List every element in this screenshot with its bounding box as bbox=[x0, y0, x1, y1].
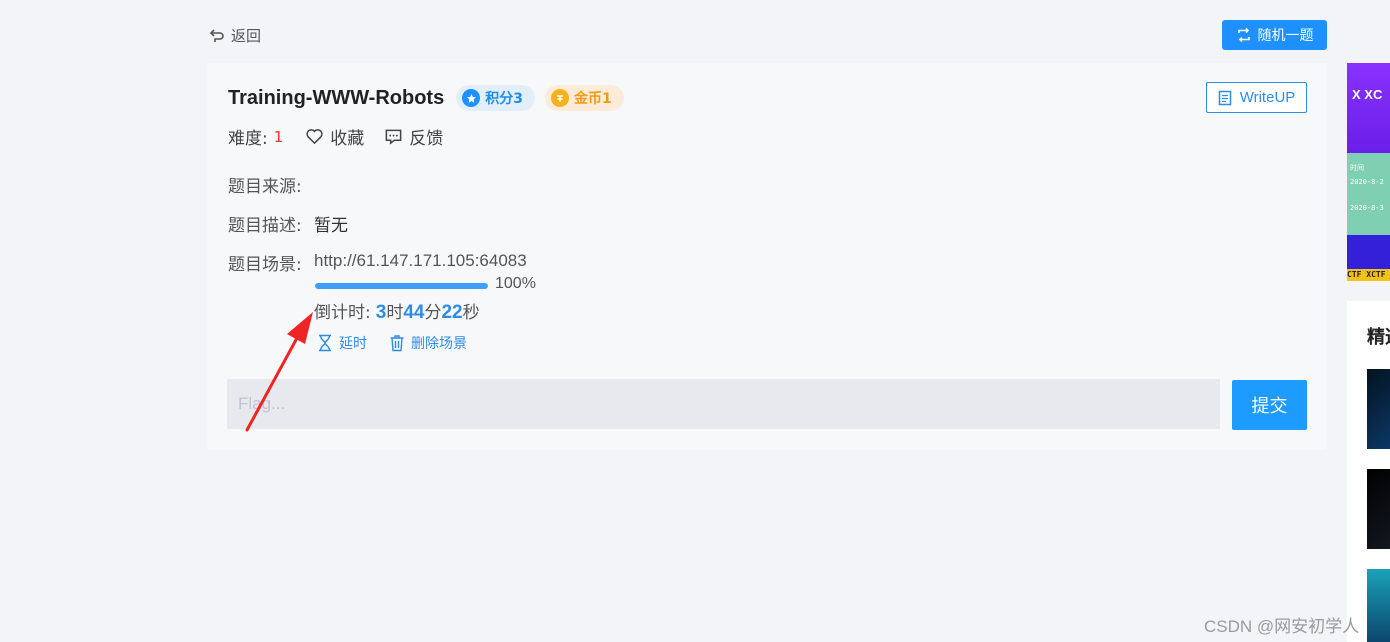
coin-icon bbox=[550, 89, 569, 107]
meta-row: 难度: 1 收藏 反馈 bbox=[228, 124, 463, 150]
banner-logo: X XC bbox=[1352, 87, 1383, 102]
hourglass-icon bbox=[319, 334, 331, 352]
trash-icon bbox=[390, 335, 404, 352]
countdown-minutes: 44 bbox=[403, 302, 425, 323]
description-value: 暂无 bbox=[314, 216, 348, 236]
difficulty-value: 1 bbox=[273, 127, 284, 146]
banner-line-3: 2020-8-3 bbox=[1350, 204, 1384, 212]
score-star-icon bbox=[462, 89, 481, 107]
back-link[interactable]: 返回 bbox=[209, 25, 261, 46]
submit-button[interactable]: 提交 bbox=[1232, 380, 1307, 430]
favorite-label: 收藏 bbox=[330, 129, 365, 149]
countdown-label: 倒计时: bbox=[314, 303, 371, 323]
event-banner[interactable]: X XC 时间 2020-8-2 2020-8-3 CTF XCTF bbox=[1347, 63, 1390, 281]
countdown-hours: 3 bbox=[375, 302, 387, 323]
document-icon bbox=[1218, 90, 1231, 105]
delete-scene-label: 删除场景 bbox=[411, 336, 467, 352]
countdown-hours-unit: 时 bbox=[386, 303, 404, 323]
featured-panel: 精选 bbox=[1347, 301, 1390, 642]
featured-title: 精选 bbox=[1367, 327, 1390, 348]
favorite-button[interactable]: 收藏 bbox=[305, 124, 364, 149]
heart-icon bbox=[306, 129, 323, 145]
comment-icon bbox=[385, 129, 402, 145]
coin-badge-text: 金币1 bbox=[573, 91, 612, 107]
score-badge: 积分3 bbox=[456, 85, 535, 111]
scene-label: 题目场景: bbox=[228, 255, 302, 275]
back-arrow-icon bbox=[209, 28, 224, 42]
banner-top bbox=[1347, 63, 1390, 153]
score-badge-text: 积分3 bbox=[485, 91, 523, 107]
random-challenge-button[interactable]: 随机一题 bbox=[1222, 20, 1327, 50]
scene-progress-fill bbox=[315, 283, 488, 289]
coin-badge: 金币1 bbox=[544, 85, 624, 111]
featured-thumb-3[interactable] bbox=[1367, 569, 1390, 642]
description-label: 题目描述: bbox=[228, 216, 302, 236]
flag-input[interactable] bbox=[227, 379, 1220, 429]
extend-time-button[interactable]: 延时 bbox=[317, 333, 367, 353]
feedback-label: 反馈 bbox=[409, 129, 444, 149]
banner-line-2: 2020-8-2 bbox=[1350, 178, 1384, 186]
countdown-minutes-unit: 分 bbox=[424, 303, 442, 323]
countdown-seconds-unit: 秒 bbox=[462, 303, 480, 323]
watermark: CSDN @网安初学人 bbox=[1204, 617, 1360, 636]
banner-line-1: 时间 bbox=[1350, 164, 1364, 172]
scene-actions: 延时 删除场景 bbox=[317, 333, 467, 353]
scene-progress-text: 100% bbox=[495, 275, 536, 292]
writeup-button[interactable]: WriteUP bbox=[1206, 82, 1307, 113]
delete-scene-button[interactable]: 删除场景 bbox=[389, 333, 467, 353]
featured-thumb-2[interactable] bbox=[1367, 469, 1390, 549]
countdown: 倒计时: 3 时 44 分 22 秒 bbox=[314, 298, 480, 324]
countdown-seconds: 22 bbox=[441, 302, 463, 323]
random-challenge-label: 随机一题 bbox=[1257, 28, 1314, 44]
extend-time-label: 延时 bbox=[339, 336, 367, 352]
scene-progress-bar bbox=[315, 283, 488, 289]
feedback-button[interactable]: 反馈 bbox=[384, 124, 443, 149]
shuffle-icon bbox=[1237, 27, 1250, 43]
featured-thumb-1[interactable] bbox=[1367, 369, 1390, 449]
challenge-card: Training-WWW-Robots 积分3 金币1 WriteUP 难度: … bbox=[207, 63, 1327, 450]
back-label: 返回 bbox=[231, 27, 262, 45]
writeup-label: WriteUP bbox=[1239, 89, 1296, 106]
scene-url[interactable]: http://61.147.171.105:64083 bbox=[314, 251, 527, 271]
challenge-title: Training-WWW-Robots bbox=[228, 86, 445, 109]
source-label: 题目来源: bbox=[228, 177, 302, 197]
title-row: Training-WWW-Robots 积分3 金币1 bbox=[228, 85, 624, 111]
difficulty-label: 难度: bbox=[228, 129, 268, 149]
banner-footer: CTF XCTF bbox=[1347, 269, 1390, 281]
